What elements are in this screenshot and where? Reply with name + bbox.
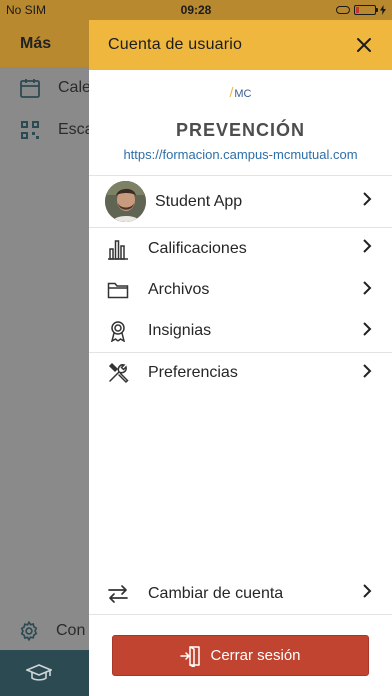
- graduation-cap-icon[interactable]: [26, 662, 52, 684]
- menu-item-label: Insignias: [148, 322, 212, 340]
- site-name: PREVENCIÓN: [175, 120, 306, 140]
- switch-account-label: Cambiar de cuenta: [148, 584, 284, 602]
- close-icon: [357, 38, 371, 52]
- status-indicators: [336, 5, 386, 15]
- site-logo: / MC: [89, 70, 392, 114]
- chevron-right-icon: [362, 239, 372, 258]
- logout-area: Cerrar sesión: [89, 615, 392, 696]
- chevron-right-icon: [362, 322, 372, 341]
- account-drawer: Cuenta de usuario / MC PREVENCIÓN https:…: [89, 20, 392, 696]
- orientation-lock-icon: [336, 6, 350, 14]
- menu-item-label: Calificaciones: [148, 239, 247, 257]
- logout-label: Cerrar sesión: [210, 647, 301, 664]
- badge-icon: [110, 321, 126, 343]
- drawer-header: Cuenta de usuario: [89, 20, 392, 70]
- status-time: 09:28: [180, 3, 212, 17]
- drawer-title: Cuenta de usuario: [108, 36, 243, 53]
- logout-icon: [180, 645, 201, 667]
- user-profile-row[interactable]: Student App: [89, 176, 392, 228]
- menu-item-insignias[interactable]: Insignias: [89, 311, 392, 353]
- background-item-label: Con: [56, 622, 86, 639]
- menu-item-preferencias[interactable]: Preferencias: [89, 353, 392, 395]
- switch-account-row[interactable]: Cambiar de cuenta: [89, 573, 392, 615]
- battery-icon: [354, 5, 378, 15]
- bar-chart-icon: [108, 240, 128, 260]
- folder-icon: [107, 283, 129, 299]
- calendar-icon: [20, 79, 40, 98]
- menu-item-label: Archivos: [148, 281, 210, 299]
- chevron-right-icon: [362, 192, 372, 211]
- logo-mark: /: [229, 84, 234, 100]
- logout-button[interactable]: Cerrar sesión: [112, 635, 369, 676]
- account-menu: Student App Calificaciones Archivos Insi…: [89, 175, 392, 394]
- avatar: [105, 181, 146, 222]
- menu-item-archivos[interactable]: Archivos: [89, 270, 392, 312]
- swap-icon: [108, 584, 128, 603]
- qr-code-icon: [21, 121, 39, 139]
- background-item-label: Cale: [58, 79, 91, 96]
- chevron-right-icon: [362, 364, 372, 383]
- background-title: Más: [20, 34, 52, 52]
- carrier-label: No SIM: [6, 3, 47, 17]
- logo-text: MC: [234, 88, 252, 100]
- chevron-right-icon: [362, 281, 372, 300]
- gear-icon: [20, 620, 38, 642]
- site-url: https://formacion.campus-mcmutual.com: [123, 147, 358, 162]
- status-bar: No SIM 09:28: [0, 0, 392, 20]
- charging-icon: [380, 5, 386, 15]
- menu-item-label: Preferencias: [148, 364, 238, 382]
- chevron-right-icon: [362, 584, 372, 603]
- close-button[interactable]: [354, 35, 374, 55]
- user-name: Student App: [155, 192, 243, 210]
- tools-icon: [108, 363, 129, 384]
- menu-item-calificaciones[interactable]: Calificaciones: [89, 228, 392, 270]
